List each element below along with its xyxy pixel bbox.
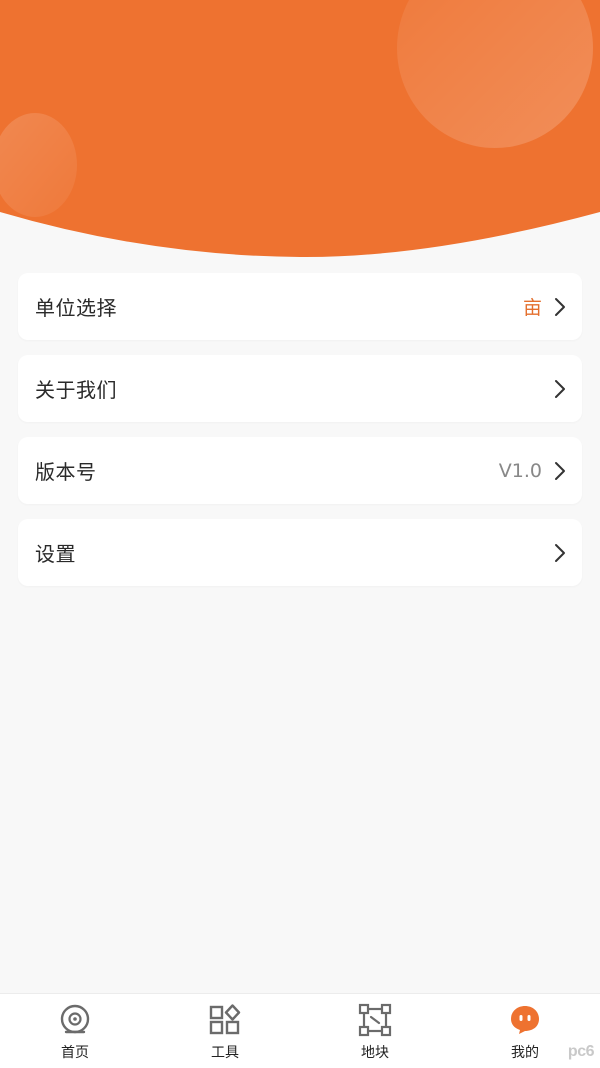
version-value: V1.0 <box>498 459 542 482</box>
menu-item-label: 版本号 <box>35 460 97 484</box>
menu-item-label: 关于我们 <box>35 378 117 402</box>
menu-item-about-us[interactable]: 关于我们 <box>18 355 582 422</box>
tab-land-plot[interactable]: 地块 <box>300 994 450 1068</box>
tab-label: 首页 <box>61 1045 89 1061</box>
land-plot-icon <box>357 1002 393 1038</box>
menu-item-settings[interactable]: 设置 <box>18 519 582 586</box>
tools-grid-icon <box>207 1002 243 1038</box>
settings-menu-list: 单位选择 亩 关于我们 版本号 V1.0 设置 <box>18 273 582 601</box>
profile-header-banner <box>0 0 600 270</box>
menu-item-version[interactable]: 版本号 V1.0 <box>18 437 582 504</box>
watermark-logo: pc6 <box>567 1043 595 1060</box>
menu-item-unit-select[interactable]: 单位选择 亩 <box>18 273 582 340</box>
chevron-right-icon <box>552 378 568 400</box>
chevron-right-icon <box>552 542 568 564</box>
home-disc-icon <box>57 1002 93 1038</box>
menu-item-label: 单位选择 <box>35 296 117 320</box>
tab-label: 工具 <box>211 1045 239 1061</box>
chevron-right-icon <box>552 296 568 318</box>
bottom-tab-bar: 首页 工具 地块 我的 <box>0 993 600 1068</box>
tab-tools[interactable]: 工具 <box>150 994 300 1068</box>
profile-face-icon <box>507 1002 543 1038</box>
unit-value: 亩 <box>522 297 542 319</box>
tab-home[interactable]: 首页 <box>0 994 150 1068</box>
chevron-right-icon <box>552 460 568 482</box>
tab-label: 地块 <box>361 1045 389 1061</box>
tab-label: 我的 <box>511 1045 539 1061</box>
header-wave-background <box>0 0 600 258</box>
menu-item-label: 设置 <box>35 542 76 566</box>
